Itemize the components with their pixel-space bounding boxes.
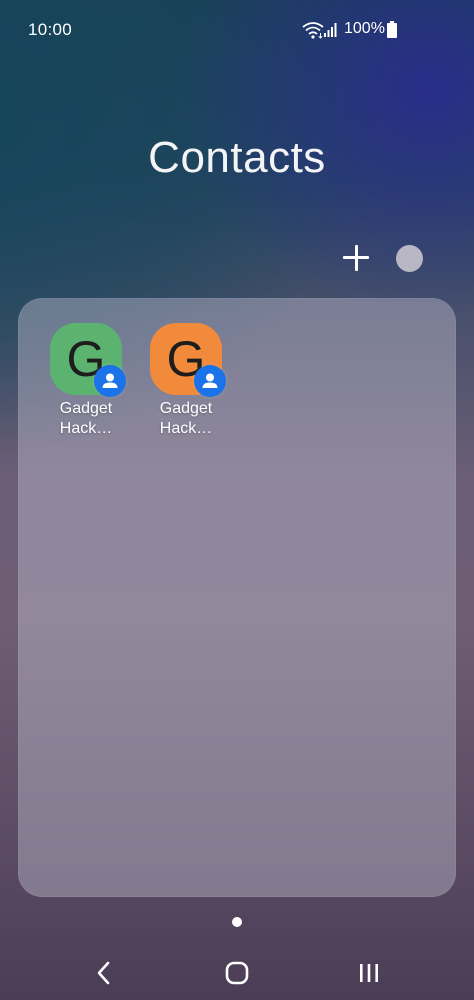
- app-label-line1: Gadget: [59, 400, 113, 417]
- folder-color-button[interactable]: [396, 245, 423, 272]
- app-label: Gadget Hack…: [36, 399, 136, 439]
- add-apps-button[interactable]: [338, 240, 374, 276]
- folder-title[interactable]: Contacts: [0, 133, 474, 183]
- battery-percentage: 100%: [344, 20, 385, 37]
- app-gadget-hacks-orange[interactable]: G Gadget Hack…: [136, 323, 236, 439]
- folder-panel: G Gadget Hack… G Gadget Hack…: [18, 298, 456, 897]
- app-label-line2: Hack…: [159, 420, 213, 437]
- app-label: Gadget Hack…: [136, 399, 236, 439]
- recents-icon[interactable]: [356, 960, 382, 986]
- app-icon-green[interactable]: G: [50, 323, 126, 397]
- wifi-icon: [302, 22, 324, 39]
- contact-badge-icon: [94, 365, 126, 397]
- back-icon[interactable]: [92, 958, 116, 988]
- app-label-line2: Hack…: [59, 420, 113, 437]
- contact-badge-icon: [194, 365, 226, 397]
- navigation-bar: [0, 948, 474, 1000]
- app-gadget-hacks-green[interactable]: G Gadget Hack…: [36, 323, 136, 439]
- status-bar: 10:00 100%: [0, 0, 474, 60]
- app-label-line1: Gadget: [159, 400, 213, 417]
- signal-icon: [324, 23, 337, 37]
- status-time: 10:00: [28, 20, 73, 39]
- page-indicator-dot: [232, 917, 242, 927]
- battery-icon: [387, 21, 397, 38]
- app-icon-orange[interactable]: G: [150, 323, 226, 397]
- home-icon[interactable]: [224, 960, 250, 986]
